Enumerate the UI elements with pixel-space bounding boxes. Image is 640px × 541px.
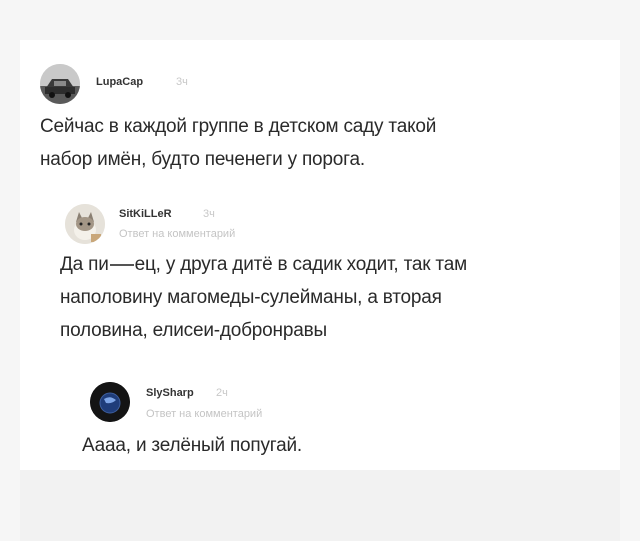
comment-time: 3ч — [203, 208, 215, 220]
reply-to-label[interactable]: Ответ на комментарий — [146, 408, 262, 420]
comment-time: 2ч — [216, 387, 228, 399]
dark-planet-icon — [90, 382, 130, 422]
comment-line: Аааа, и зелёный попугай. — [82, 435, 302, 456]
dark-planet-avatar[interactable] — [90, 382, 130, 422]
censor-mark — [109, 263, 134, 266]
comment-thread: LupaCap 3ч Сейчас в каждой группе в детс… — [20, 40, 620, 470]
footer-area — [20, 470, 620, 541]
comment-line-end: ец, у друга дитё в садик ходит, так там — [134, 254, 468, 275]
comment-line: половина, елисеи-добронравы — [60, 320, 327, 341]
comment-lupacap: LupaCap 3ч Сейчас в каждой группе в детс… — [20, 40, 620, 190]
comment-line: Да пи ец, у друга дитё в садик ходит, так… — [60, 250, 467, 280]
cat-photo-icon — [65, 204, 105, 244]
comment-time: 3ч — [176, 76, 188, 88]
comment-line: Сейчас в каждой группе в детском саду та… — [40, 116, 437, 137]
comment-line: набор имён, будто печенеги у порога. — [40, 149, 365, 170]
car-photo-icon — [40, 64, 80, 104]
comment-line-start: Да пи — [60, 254, 109, 275]
comment-sitkiller: SitKiLLeR 3ч Ответ на комментарий Да пи е… — [20, 190, 620, 360]
author-name[interactable]: SlySharp — [146, 387, 194, 399]
car-photo-avatar[interactable] — [40, 64, 80, 104]
comment-slysharp: SlySharp 2ч Ответ на комментарий Аааа, и… — [20, 370, 620, 470]
cat-photo-avatar[interactable] — [65, 204, 105, 244]
author-name[interactable]: LupaCap — [96, 76, 143, 88]
comment-line: наполовину магомеды-сулейманы, а вторая — [60, 287, 442, 308]
reply-to-label[interactable]: Ответ на комментарий — [119, 228, 235, 240]
author-name[interactable]: SitKiLLeR — [119, 208, 172, 220]
